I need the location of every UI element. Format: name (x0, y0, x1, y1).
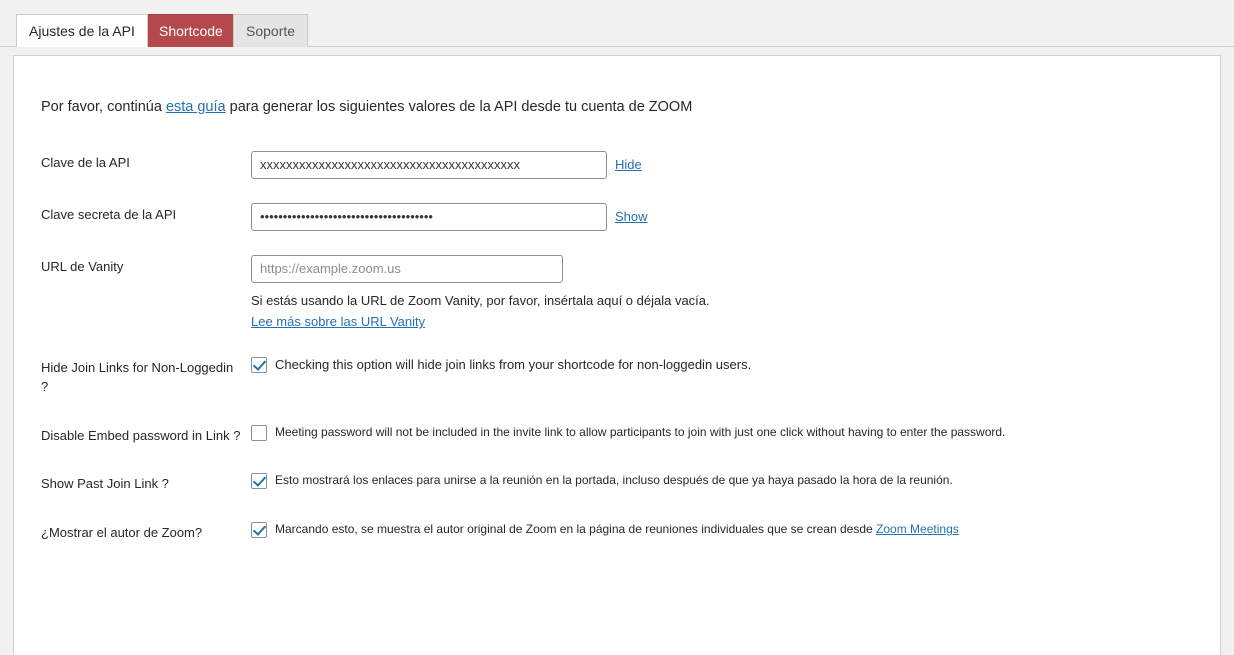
api-key-input[interactable] (251, 150, 607, 179)
row-show-past-join-link: Show Past Join Link ? Esto mostrará los … (14, 460, 1220, 509)
vanity-url-learn-more-link[interactable]: Lee más sobre las URL Vanity (251, 314, 425, 329)
show-zoom-author-description-text: Marcando esto, se muestra el autor origi… (275, 522, 877, 537)
zoom-meetings-link[interactable]: Zoom Meetings (876, 522, 959, 536)
show-zoom-author-group: Marcando esto, se muestra el autor origi… (251, 521, 1210, 539)
intro-text-before: Por favor, continúa (41, 99, 166, 115)
settings-panel: Por favor, continúa esta guía para gener… (13, 55, 1221, 655)
vanity-url-description: Si estás usando la URL de Zoom Vanity, p… (251, 292, 710, 308)
row-show-zoom-author: ¿Mostrar el autor de Zoom? Marcando esto… (14, 509, 1220, 558)
tab-shortcode-label: Shortcode (159, 23, 223, 39)
label-disable-embed-password: Disable Embed password in Link ? (41, 427, 241, 443)
label-api-key: Clave de la API (41, 154, 130, 170)
row-hide-join-links: Hide Join Links for Non-Loggedin ? Check… (14, 344, 1220, 412)
show-past-join-link-group: Esto mostrará los enlaces para unirse a … (251, 472, 1210, 490)
api-key-field-group: Hide (251, 150, 1210, 179)
row-disable-embed-password: Disable Embed password in Link ? Meeting… (14, 412, 1220, 461)
intro-text-after: para generar los siguientes valores de l… (225, 99, 693, 115)
hide-join-links-group: Checking this option will hide join link… (251, 356, 1210, 375)
tab-api-settings-label: Ajustes de la API (29, 23, 135, 39)
label-api-secret: Clave secreta de la API (41, 206, 177, 222)
label-show-zoom-author: ¿Mostrar el autor de Zoom? (41, 525, 203, 541)
hide-join-links-description: Checking this option will hide join link… (275, 356, 752, 372)
disable-embed-password-group: Meeting password will not be included in… (251, 424, 1210, 441)
tab-support-label: Soporte (246, 23, 296, 39)
show-past-join-link-checkbox[interactable] (251, 473, 267, 490)
api-secret-field-group: Show (251, 202, 1210, 231)
show-zoom-author-checkbox[interactable] (251, 522, 267, 539)
show-zoom-author-description: Marcando esto, se muestra el autor origi… (275, 521, 959, 538)
tab-support[interactable]: Soporte (233, 14, 309, 47)
guide-link[interactable]: esta guía (166, 99, 226, 115)
row-vanity-url: URL de Vanity Si estás usando la URL de … (14, 243, 1220, 344)
label-hide-join-links: Hide Join Links for Non-Loggedin ? (41, 359, 234, 394)
disable-embed-password-description: Meeting password will not be included in… (275, 424, 1006, 439)
show-past-join-link-description: Esto mostrará los enlaces para unirse a … (275, 473, 953, 488)
tab-bar: Ajustes de la API Shortcode Soporte (0, 0, 1234, 47)
disable-embed-password-checkbox[interactable] (251, 424, 267, 441)
api-secret-input[interactable] (251, 202, 607, 231)
tab-shortcode[interactable]: Shortcode (146, 14, 236, 47)
label-vanity-url: URL de Vanity (41, 258, 124, 274)
tab-api-settings[interactable]: Ajustes de la API (16, 14, 148, 47)
row-api-secret: Clave secreta de la API Show (14, 191, 1220, 243)
settings-form: Clave de la API Hide Clave secreta de la… (14, 139, 1220, 558)
row-api-key: Clave de la API Hide (14, 139, 1220, 191)
vanity-url-input[interactable] (251, 254, 563, 283)
api-key-toggle-visibility[interactable]: Hide (615, 155, 642, 175)
intro-text: Por favor, continúa esta guía para gener… (14, 56, 1220, 117)
hide-join-links-checkbox[interactable] (251, 356, 267, 373)
api-secret-toggle-visibility[interactable]: Show (615, 207, 648, 227)
label-show-past-join-link: Show Past Join Link ? (41, 476, 169, 492)
